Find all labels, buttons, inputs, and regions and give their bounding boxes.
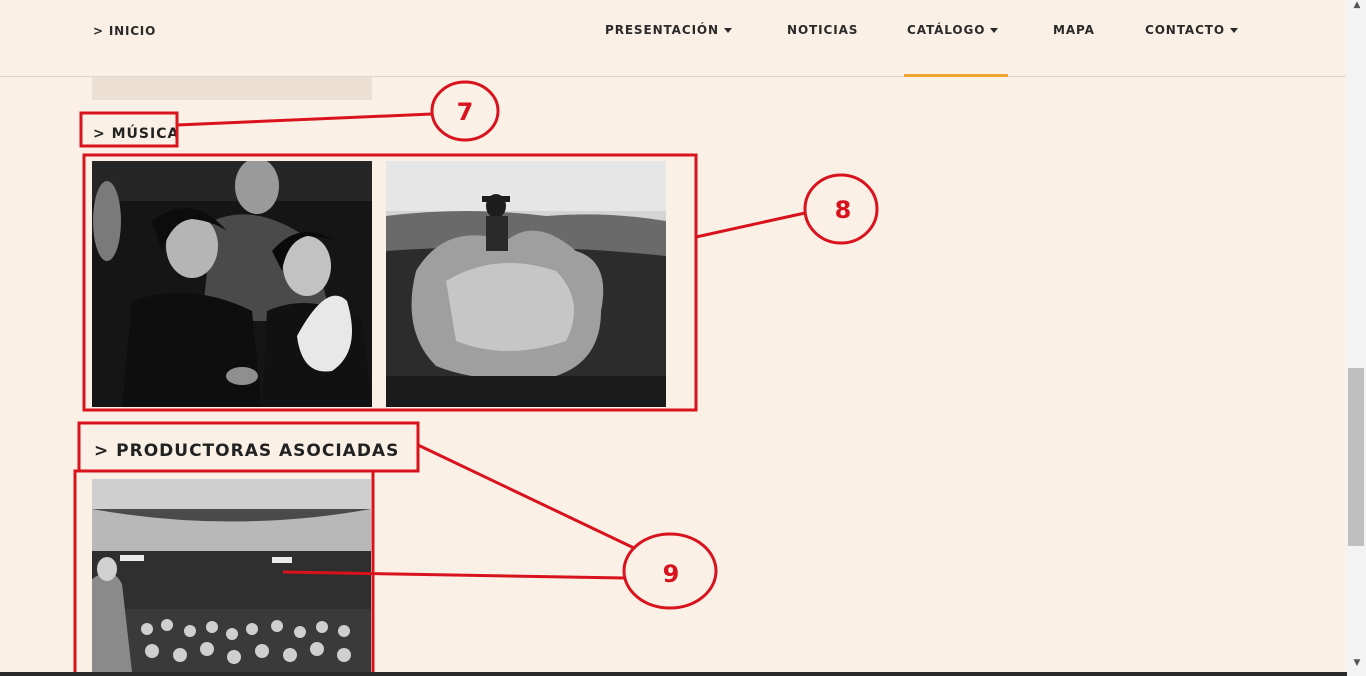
nav-item-label: NOTICIAS xyxy=(787,23,859,37)
annotation-circle-7 xyxy=(430,80,500,142)
vertical-scrollbar[interactable] xyxy=(1347,0,1366,676)
annotation-line-9a xyxy=(417,443,635,550)
scrollbar-thumb[interactable] xyxy=(1348,368,1364,546)
nav-item-label: CONTACTO xyxy=(1145,23,1225,37)
musica-photo-2[interactable] xyxy=(386,161,666,407)
nav-item-label: CATÁLOGO xyxy=(907,23,986,37)
annotation-label-7: 7 xyxy=(457,98,474,126)
annotation-label-8: 8 xyxy=(835,196,852,224)
scroll-down-arrow-icon[interactable]: ▼ xyxy=(1351,658,1363,668)
bottom-edge-bar xyxy=(0,672,1347,676)
caret-down-icon xyxy=(1230,28,1238,33)
productoras-photo-1[interactable] xyxy=(92,479,371,672)
caret-down-icon xyxy=(723,28,732,33)
section-title-musica[interactable]: > MÚSICA xyxy=(93,126,179,142)
section-title-productoras[interactable]: > PRODUCTORAS ASOCIADAS xyxy=(94,441,399,461)
nav-item-contacto[interactable]: CONTACTO xyxy=(1145,23,1238,37)
musica-photo-1[interactable] xyxy=(92,161,372,407)
annotation-line-7 xyxy=(176,112,433,127)
image-placeholder xyxy=(92,77,372,100)
nav-item-label: PRESENTACIÓN xyxy=(605,23,719,37)
annotation-circle-8 xyxy=(803,173,879,245)
nav-item-catalogo[interactable]: CATÁLOGO xyxy=(907,23,999,37)
productoras-photo-1-image xyxy=(92,479,371,672)
nav-item-noticias[interactable]: NOTICIAS xyxy=(787,23,858,37)
top-nav: > INICIO PRESENTACIÓN NOTICIAS CATÁLOGO … xyxy=(0,0,1346,77)
annotation-line-8 xyxy=(695,211,806,239)
musica-photo-1-image xyxy=(92,161,372,407)
active-nav-indicator xyxy=(904,74,1008,77)
nav-item-presentacion[interactable]: PRESENTACIÓN xyxy=(605,23,732,37)
annotation-circle-9 xyxy=(622,532,718,610)
annotation-label-9: 9 xyxy=(663,560,680,588)
caret-down-icon xyxy=(990,28,999,33)
musica-photo-2-image xyxy=(386,161,666,407)
nav-item-label: MAPA xyxy=(1053,23,1095,37)
nav-item-mapa[interactable]: MAPA xyxy=(1053,23,1095,37)
scroll-up-arrow-icon[interactable]: ▲ xyxy=(1351,0,1363,10)
nav-home-link[interactable]: > INICIO xyxy=(93,24,156,38)
